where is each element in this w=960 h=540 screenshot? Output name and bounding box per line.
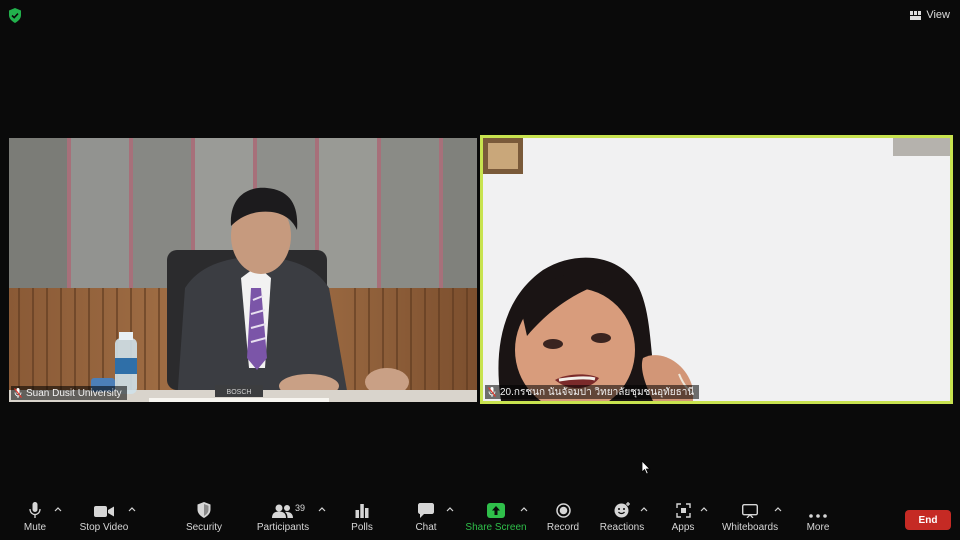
- security-shield-icon: [197, 502, 211, 518]
- security-label: Security: [185, 522, 223, 533]
- end-meeting-button[interactable]: End: [905, 510, 951, 530]
- participants-options-chevron-icon[interactable]: [318, 506, 326, 512]
- video-camera-icon: [94, 506, 114, 517]
- whiteboards-options-chevron-icon[interactable]: [774, 506, 782, 512]
- apps-button[interactable]: Apps: [670, 496, 696, 540]
- whiteboards-button[interactable]: Whiteboards: [722, 496, 778, 540]
- security-button[interactable]: Security: [184, 496, 224, 540]
- security-shield-icon[interactable]: [8, 8, 22, 23]
- reactions-label: Reactions: [599, 522, 645, 533]
- apps-icon: [675, 503, 691, 518]
- mic-muted-icon: [14, 388, 22, 398]
- grid-view-icon: [910, 10, 922, 20]
- reactions-button[interactable]: Reactions: [600, 496, 644, 540]
- video-feed-left: BOSCH: [9, 138, 477, 402]
- share-screen-button[interactable]: Share Screen: [465, 496, 527, 540]
- more-button[interactable]: More: [804, 496, 832, 540]
- mute-button[interactable]: Mute: [18, 496, 52, 540]
- video-feed-right: [483, 138, 950, 401]
- apps-options-chevron-icon[interactable]: [700, 506, 708, 512]
- audio-options-chevron-icon[interactable]: [54, 506, 62, 512]
- chat-button[interactable]: Chat: [412, 496, 440, 540]
- whiteboard-icon: [742, 504, 758, 518]
- whiteboards-label: Whiteboards: [721, 522, 779, 533]
- participants-count-badge: 39: [295, 503, 306, 513]
- apps-label: Apps: [671, 522, 695, 533]
- view-label: View: [926, 9, 950, 21]
- share-options-chevron-icon[interactable]: [520, 506, 528, 512]
- record-icon: [555, 503, 571, 518]
- polls-label: Polls: [351, 522, 373, 533]
- reactions-options-chevron-icon[interactable]: [640, 506, 648, 512]
- video-options-chevron-icon[interactable]: [128, 506, 136, 512]
- chat-bubble-icon: [418, 503, 434, 518]
- record-label: Record: [546, 522, 580, 533]
- share-screen-label: Share Screen: [465, 522, 527, 533]
- polls-bar-chart-icon: [355, 504, 369, 518]
- participant-name-tag: Suan Dusit University: [11, 386, 127, 400]
- participant-name: 20.กรชนก นันจัจมปา วิทยาลัยชุมชนอุทัยธาน…: [500, 386, 695, 398]
- reactions-smiley-icon: [614, 502, 630, 518]
- chat-options-chevron-icon[interactable]: [446, 506, 454, 512]
- mute-label: Mute: [23, 522, 47, 533]
- video-tile-active-speaker[interactable]: 20.กรชนก นันจัจมปา วิทยาลัยชุมชนอุทัยธาน…: [480, 135, 953, 404]
- participants-label: Participants: [256, 522, 310, 533]
- participant-name: Suan Dusit University: [26, 387, 122, 399]
- microphone-icon: [29, 502, 41, 518]
- mouse-cursor-icon: [641, 460, 651, 475]
- participant-name-tag: 20.กรชนก นันจัจมปา วิทยาลัยชุมชนอุทัยธาน…: [485, 385, 700, 399]
- more-ellipsis-icon: [809, 514, 827, 518]
- stop-video-label: Stop Video: [79, 522, 129, 533]
- share-screen-arrow-icon: [487, 503, 505, 518]
- chat-label: Chat: [415, 522, 437, 533]
- record-button[interactable]: Record: [546, 496, 580, 540]
- polls-button[interactable]: Polls: [348, 496, 376, 540]
- end-label: End: [918, 514, 938, 526]
- more-label: More: [806, 522, 830, 533]
- view-button[interactable]: View: [910, 7, 950, 23]
- mic-muted-icon: [488, 387, 496, 397]
- svg-text:BOSCH: BOSCH: [227, 389, 252, 396]
- stop-video-button[interactable]: Stop Video: [78, 496, 130, 540]
- meeting-controls-toolbar: Mute Stop Video Security Participants 39…: [0, 496, 960, 540]
- participants-icon: [272, 504, 293, 518]
- video-tile-suan-dusit[interactable]: BOSCH Suan Dusit University: [9, 138, 477, 402]
- meeting-top-bar: View: [0, 0, 960, 30]
